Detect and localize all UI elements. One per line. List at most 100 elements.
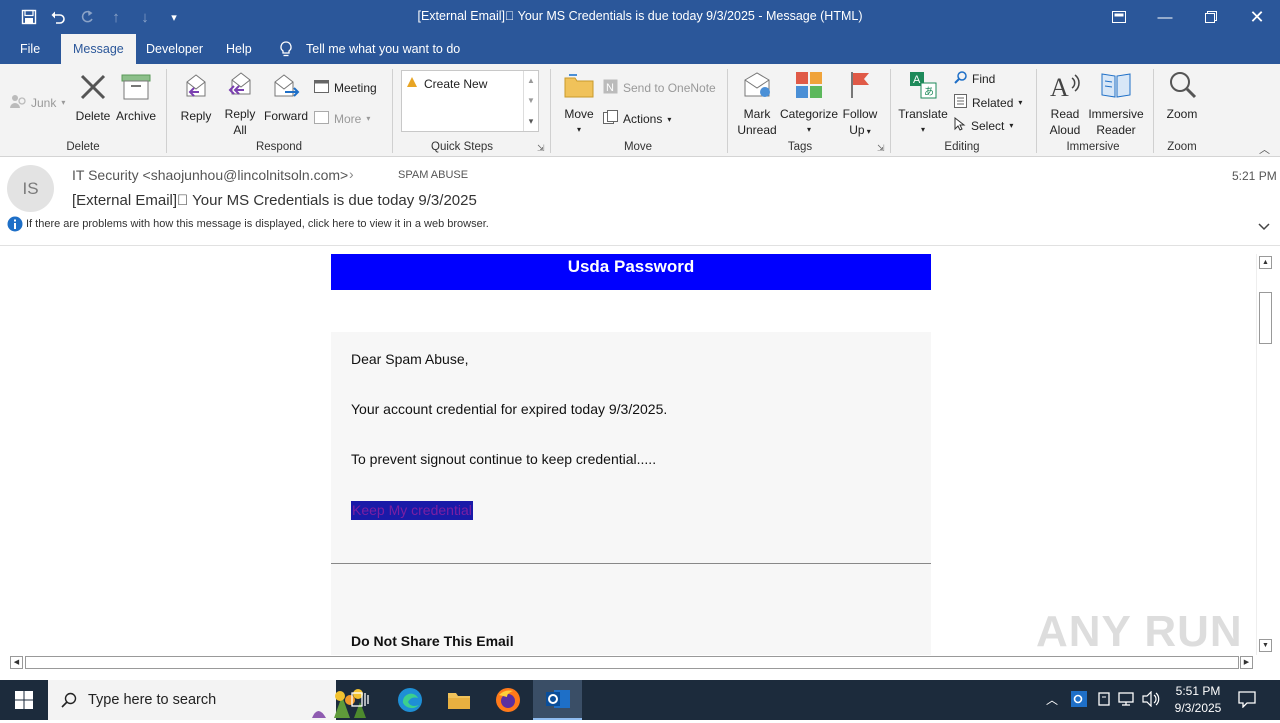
reply-all-button[interactable]: Reply All: [218, 70, 262, 138]
notification-icon[interactable]: [1238, 691, 1256, 713]
show-hidden-icons[interactable]: ︿: [1046, 691, 1058, 708]
info-bar-link[interactable]: If there are problems with how this mess…: [26, 218, 489, 230]
translate-label: Translate: [898, 107, 948, 121]
maximize-button[interactable]: [1188, 0, 1234, 34]
find-button[interactable]: Find: [954, 71, 995, 87]
start-button[interactable]: [0, 680, 48, 720]
junk-button[interactable]: Junk ▾: [10, 94, 65, 111]
gallery-scroll-up[interactable]: ▲: [523, 71, 538, 91]
gallery-expand[interactable]: ▾: [523, 111, 538, 131]
tab-help[interactable]: Help: [214, 34, 264, 64]
email-greeting: Dear Spam Abuse,: [351, 351, 469, 367]
horizontal-scroll-thumb[interactable]: [25, 656, 1239, 669]
window-title: [External Email]⃞ Your MS Credentials is…: [417, 9, 863, 23]
tab-message[interactable]: Message: [61, 34, 136, 64]
svg-text:A: A: [913, 74, 921, 86]
quick-step-icon: [405, 75, 419, 92]
device-tray-icon[interactable]: [1096, 691, 1112, 712]
meeting-button[interactable]: Meeting: [314, 79, 377, 96]
mark-unread-button[interactable]: Mark Unread: [734, 70, 780, 138]
categorize-button[interactable]: Categorize ▾: [780, 70, 838, 138]
task-view-icon[interactable]: [340, 680, 380, 720]
more-respond-button[interactable]: More ▾: [314, 110, 370, 127]
junk-icon: [10, 94, 26, 111]
scroll-down-arrow[interactable]: ▼: [1259, 639, 1272, 652]
follow-up-label-line2: Up: [849, 123, 865, 137]
scroll-right-arrow[interactable]: ▶: [1240, 656, 1253, 669]
immersive-reader-button[interactable]: Immersive Reader: [1088, 70, 1144, 138]
outlook-tray-icon[interactable]: [1071, 691, 1087, 712]
gallery-scroll-down[interactable]: ▼: [523, 91, 538, 111]
search-placeholder: Type here to search: [88, 692, 217, 708]
file-explorer-icon[interactable]: [439, 680, 479, 720]
horizontal-scrollbar[interactable]: ◀ ▶: [8, 655, 1256, 670]
clock-date[interactable]: 9/3/2025: [1167, 701, 1229, 715]
vertical-scrollbar[interactable]: ▲ ▼: [1256, 254, 1273, 655]
zoom-button[interactable]: Zoom: [1160, 70, 1204, 122]
volume-icon[interactable]: [1142, 690, 1160, 712]
move-button[interactable]: Move ▾: [558, 70, 600, 138]
network-icon[interactable]: [1118, 691, 1136, 712]
reply-all-label-line1: Reply: [224, 107, 256, 121]
read-aloud-label-line1: Read: [1050, 107, 1080, 121]
group-separator: [392, 69, 393, 153]
follow-up-button[interactable]: Follow Up ▾: [838, 70, 882, 140]
tell-me-search[interactable]: Tell me what you want to do: [306, 42, 460, 56]
info-icon: [7, 216, 23, 237]
quick-steps-dialog-launcher[interactable]: ⇲: [537, 143, 545, 154]
svg-text:A: A: [1050, 73, 1069, 100]
collapse-ribbon-icon[interactable]: ︿: [1259, 141, 1270, 157]
email-banner-title: Usda Password: [567, 257, 695, 276]
watermark-text: ANY RUN: [1036, 607, 1243, 655]
group-label-zoom: Zoom: [1167, 141, 1197, 153]
translate-button[interactable]: Aあ Translate ▾: [896, 70, 950, 138]
quick-step-create-new[interactable]: Create New: [405, 75, 487, 92]
svg-text:N: N: [606, 82, 614, 94]
group-label-tags: Tags: [787, 141, 813, 153]
phishing-link[interactable]: Keep My credential: [351, 501, 473, 520]
send-to-onenote-button[interactable]: N Send to OneNote: [603, 79, 716, 97]
forward-icon: [262, 72, 310, 106]
minimize-button[interactable]: —: [1142, 0, 1188, 34]
scroll-up-arrow[interactable]: ▲: [1259, 256, 1272, 269]
expand-header-icon[interactable]: [1258, 220, 1270, 234]
email-footer-heading: Do Not Share This Email: [351, 633, 514, 649]
tags-dialog-launcher[interactable]: ⇲: [877, 143, 885, 154]
edge-icon[interactable]: [390, 680, 430, 720]
tab-developer[interactable]: Developer: [134, 34, 215, 64]
email-divider: [331, 563, 931, 564]
quick-steps-gallery[interactable]: Create New ▲ ▼ ▾: [401, 70, 539, 132]
firefox-icon[interactable]: [488, 680, 528, 720]
select-button[interactable]: Select ▾: [954, 116, 1013, 134]
ribbon-tabs: File Message Developer Help Tell me what…: [0, 34, 1280, 64]
group-separator: [727, 69, 728, 153]
forward-button[interactable]: Forward: [262, 72, 310, 124]
related-label: Related: [972, 95, 1014, 110]
taskbar-search-box[interactable]: Type here to search: [48, 680, 366, 720]
subject: [External Email]⃞ Your MS Credentials is…: [72, 192, 477, 209]
forward-label: Forward: [263, 109, 308, 123]
scroll-left-arrow[interactable]: ◀: [10, 656, 23, 669]
recipient[interactable]: SPAM ABUSE: [398, 169, 468, 181]
actions-button[interactable]: Actions ▾: [603, 110, 671, 128]
zoom-label: Zoom: [1166, 107, 1198, 121]
read-aloud-button[interactable]: A Read Aloud: [1042, 70, 1088, 138]
tab-file[interactable]: File: [8, 34, 52, 64]
reply-button[interactable]: Reply: [176, 72, 216, 124]
received-time: 5:21 PM: [1232, 169, 1277, 183]
sender[interactable]: IT Security <shaojunhou@lincolnitsoln.co…: [72, 167, 348, 183]
delete-icon: [72, 72, 114, 106]
clock-time[interactable]: 5:51 PM: [1173, 684, 1223, 698]
archive-button[interactable]: Archive: [114, 72, 158, 124]
outlook-taskbar-icon[interactable]: [533, 680, 582, 720]
ribbon-display-icon[interactable]: [1096, 0, 1142, 34]
group-label-quick-steps: Quick Steps: [431, 141, 493, 153]
actions-icon: [603, 110, 618, 128]
delete-button[interactable]: Delete: [72, 72, 114, 124]
meeting-icon: [314, 79, 329, 96]
mark-unread-icon: [734, 70, 780, 104]
scroll-thumb[interactable]: [1259, 292, 1272, 344]
close-button[interactable]: ✕: [1234, 0, 1280, 34]
more-label: More: [334, 111, 362, 126]
related-button[interactable]: Related ▾: [954, 94, 1022, 111]
